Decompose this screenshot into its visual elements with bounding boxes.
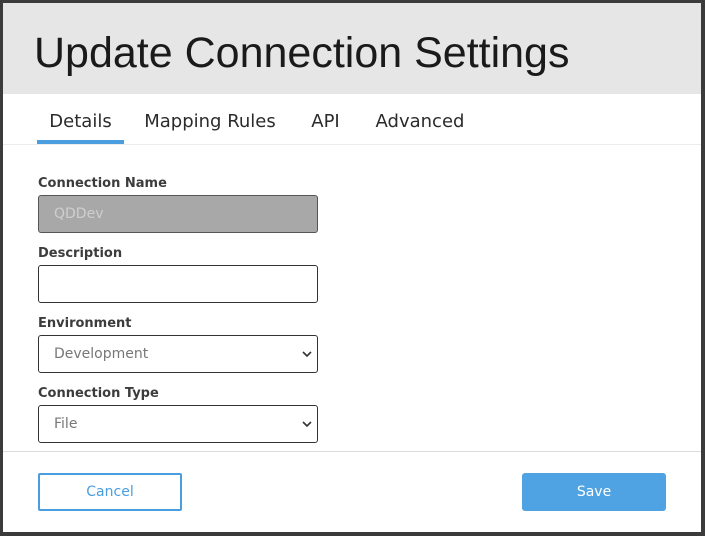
dialog-footer: Cancel Save bbox=[3, 451, 701, 532]
connection-details-form: Connection Name QDDev Description Enviro… bbox=[38, 175, 318, 455]
environment-select[interactable]: Development bbox=[38, 335, 318, 373]
chevron-down-icon bbox=[302, 351, 312, 358]
dialog-title: Update Connection Settings bbox=[34, 29, 570, 77]
chevron-down-icon bbox=[302, 421, 312, 428]
dialog-header: Update Connection Settings bbox=[3, 3, 701, 94]
tab-api[interactable]: API bbox=[303, 94, 348, 144]
tab-advanced[interactable]: Advanced bbox=[369, 94, 471, 144]
tab-bar: Details Mapping Rules API Advanced bbox=[3, 94, 701, 145]
description-input[interactable] bbox=[38, 265, 318, 303]
connection-type-select[interactable]: File bbox=[38, 405, 318, 443]
environment-label: Environment bbox=[38, 316, 132, 331]
description-label: Description bbox=[38, 246, 123, 261]
connection-name-label: Connection Name bbox=[38, 176, 167, 191]
update-connection-dialog: Update Connection Settings Details Mappi… bbox=[3, 3, 701, 532]
tab-details[interactable]: Details bbox=[37, 94, 124, 144]
connection-type-selected-value: File bbox=[54, 416, 78, 432]
connection-name-field: QDDev bbox=[38, 195, 318, 233]
environment-selected-value: Development bbox=[54, 346, 149, 362]
save-button[interactable]: Save bbox=[522, 473, 666, 511]
connection-type-label: Connection Type bbox=[38, 386, 159, 401]
tab-mapping-rules[interactable]: Mapping Rules bbox=[141, 94, 279, 144]
cancel-button[interactable]: Cancel bbox=[38, 473, 182, 511]
